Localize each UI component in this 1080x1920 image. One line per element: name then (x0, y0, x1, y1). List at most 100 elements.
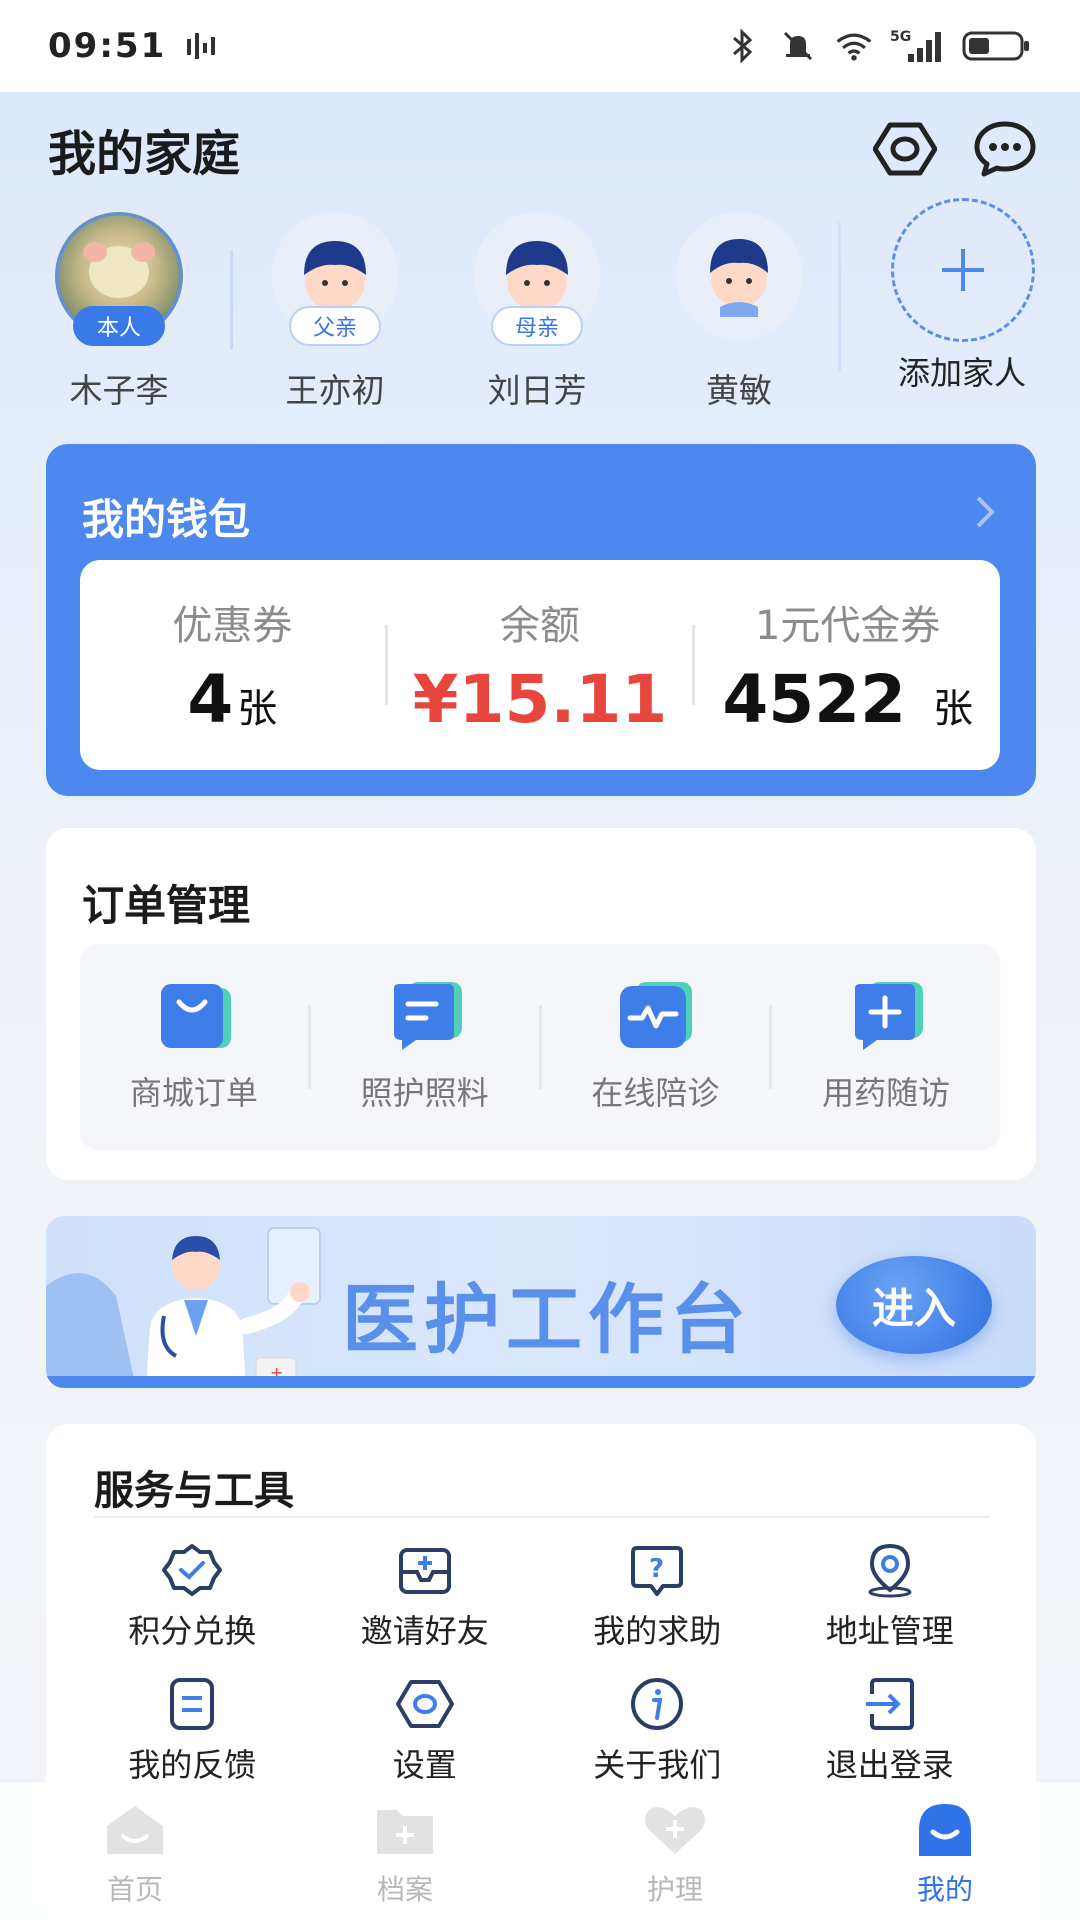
service-label: 地址管理 (825, 1612, 954, 1650)
order-care[interactable]: 照护照料 (311, 980, 539, 1114)
add-family-member-button[interactable]: 添加家人 (888, 198, 1038, 390)
coupons-stat[interactable]: 优惠券 4张 (80, 593, 385, 738)
service-logout[interactable]: 退出登录 (774, 1674, 1007, 1786)
family-member-huangmin[interactable]: 黄敏 (664, 212, 814, 412)
tab-label: 档案 (376, 1873, 433, 1906)
service-label: 关于我们 (593, 1746, 722, 1784)
family-member-father[interactable]: 父亲 王亦初 (260, 212, 410, 412)
signal-5g-icon: 5G (890, 26, 946, 66)
order-mall[interactable]: 商城订单 (80, 980, 308, 1114)
page-title: 我的家庭 (48, 126, 241, 182)
avatar: 母亲 (473, 212, 601, 346)
voucher-value: 4522 (722, 660, 907, 738)
banner-title: 医护工作台 (342, 1275, 752, 1364)
home-icon (107, 1806, 163, 1854)
avatar (675, 212, 803, 340)
voucher-label: 1元代金券 (754, 602, 941, 649)
tab-label: 我的 (916, 1873, 973, 1906)
tab-mine[interactable]: 我的 (810, 1782, 1080, 1920)
coupons-value: 4 (187, 660, 234, 738)
header: 我的家庭 (0, 92, 1080, 202)
bottom-tab-bar: 首页 档案 护理 我的 (0, 1782, 1080, 1920)
service-label: 积分兑换 (128, 1612, 257, 1650)
service-address[interactable]: 地址管理 (774, 1540, 1007, 1652)
order-medication[interactable]: 用药随访 (772, 980, 1000, 1114)
member-name: 刘日芳 (487, 371, 587, 410)
member-name: 黄敏 (706, 371, 772, 410)
enter-button[interactable]: 进入 (836, 1256, 992, 1354)
member-name: 木子李 (69, 371, 169, 410)
invite-mail-icon (392, 1540, 458, 1600)
order-online-escort[interactable]: 在线陪诊 (542, 980, 770, 1114)
service-help[interactable]: ? 我的求助 (541, 1540, 774, 1652)
service-label: 邀请好友 (360, 1612, 489, 1650)
role-badge: 母亲 (490, 306, 584, 346)
service-feedback[interactable]: 我的反馈 (76, 1674, 309, 1786)
role-badge: 本人 (72, 306, 166, 346)
divider (94, 1516, 990, 1518)
tab-label: 护理 (646, 1873, 703, 1906)
member-name: 王亦初 (285, 371, 385, 410)
tab-records[interactable]: 档案 (270, 1782, 540, 1920)
svg-text:?: ? (649, 1554, 664, 1584)
settings-icon (392, 1674, 458, 1734)
heart-icon (645, 1807, 705, 1854)
balance-value: ¥15.11 (412, 660, 668, 738)
coupons-unit: 张 (237, 685, 278, 732)
medicine-plus-icon (841, 980, 931, 1054)
service-settings[interactable]: 设置 (309, 1674, 542, 1786)
avatar: 父亲 (271, 212, 399, 346)
chevron-right-icon[interactable] (968, 492, 1002, 532)
add-icon (891, 198, 1035, 342)
profile-icon (919, 1804, 971, 1856)
wallet-title: 我的钱包 (82, 495, 251, 544)
role-badge: 父亲 (288, 306, 382, 346)
service-label: 我的反馈 (128, 1746, 257, 1784)
wallet-card[interactable]: 我的钱包 优惠券 4张 余额 ¥15.11 1元代金券 4522 张 (46, 444, 1036, 796)
order-care-label: 照护照料 (360, 1074, 489, 1112)
order-medication-label: 用药随访 (822, 1074, 951, 1112)
family-member-mother[interactable]: 母亲 刘日芳 (462, 212, 612, 412)
badge-check-icon (159, 1540, 225, 1600)
tab-label: 首页 (106, 1873, 163, 1906)
svg-text:5G: 5G (890, 29, 911, 45)
order-management-title: 订单管理 (82, 881, 251, 930)
bell-muted-icon (778, 26, 818, 66)
service-invite-friends[interactable]: 邀请好友 (309, 1540, 542, 1652)
status-bar: 09:51 5G (0, 0, 1080, 92)
family-members-row: 本人 木子李 父亲 王亦初 母亲 刘日芳 黄敏 添加家人 (0, 198, 1080, 412)
help-question-icon: ? (624, 1540, 690, 1600)
voucher-unit: 张 (933, 685, 974, 732)
services-grid: 积分兑换 邀请好友 ? 我的求助 地址管理 我的反馈 设置 关于我们 退出登录 (76, 1540, 1006, 1786)
chat-bubble-icon[interactable] (972, 116, 1038, 182)
service-label: 退出登录 (825, 1746, 954, 1784)
order-online-escort-label: 在线陪诊 (591, 1074, 720, 1112)
service-points-exchange[interactable]: 积分兑换 (76, 1540, 309, 1652)
shopping-bag-icon (149, 980, 239, 1054)
divider (230, 250, 233, 350)
divider (838, 222, 841, 372)
order-mall-label: 商城订单 (129, 1074, 258, 1112)
balance-stat[interactable]: 余额 ¥15.11 (388, 593, 693, 738)
doctor-illustration: + (46, 1227, 321, 1388)
logout-icon (857, 1674, 923, 1734)
heartbeat-icon (610, 980, 700, 1054)
info-icon (624, 1674, 690, 1734)
hexagon-settings-icon[interactable] (872, 116, 938, 182)
medical-workbench-banner[interactable]: + 医护工作台 进入 (46, 1216, 1036, 1388)
wifi-icon (834, 26, 874, 66)
voucher-stat[interactable]: 1元代金券 4522 张 (695, 593, 1000, 738)
order-types: 商城订单 照护照料 在线陪诊 用药随访 (80, 944, 1000, 1150)
care-chat-icon (380, 980, 470, 1054)
feedback-doc-icon (159, 1674, 225, 1734)
tab-care[interactable]: 护理 (540, 1782, 810, 1920)
balance-label: 余额 (500, 602, 580, 649)
location-pin-icon (857, 1540, 923, 1600)
family-member-self[interactable]: 本人 木子李 (44, 212, 194, 412)
service-about[interactable]: 关于我们 (541, 1674, 774, 1786)
tab-home[interactable]: 首页 (0, 1782, 270, 1920)
add-family-label: 添加家人 (898, 354, 1027, 392)
banner-stripe (46, 1376, 1036, 1388)
coupons-label: 优惠券 (172, 602, 293, 649)
order-management-card: 订单管理 商城订单 照护照料 在线陪诊 用药随访 (46, 828, 1036, 1180)
